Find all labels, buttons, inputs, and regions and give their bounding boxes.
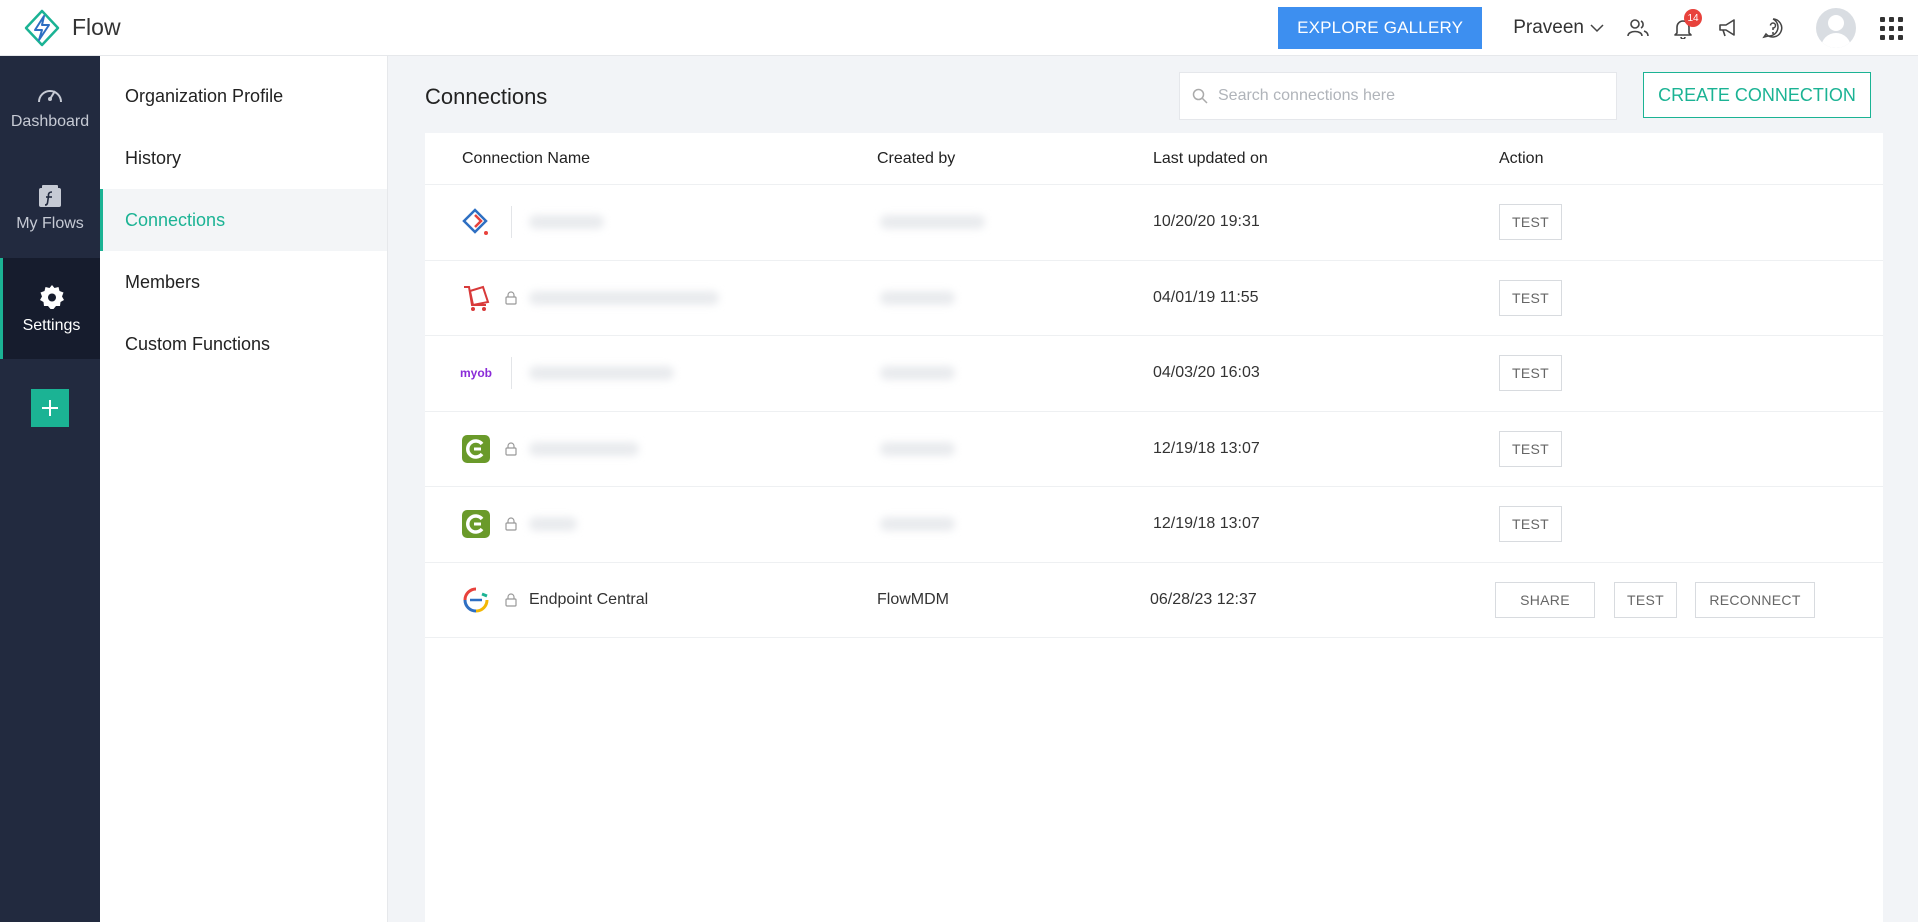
settings-submenu: Organization Profile History Connections… <box>100 56 388 922</box>
submenu-item-history[interactable]: History <box>100 127 387 189</box>
created-by-redacted <box>880 366 955 381</box>
header-actions: EXPLORE GALLERY Praveen 14 <box>1278 0 1918 56</box>
test-button[interactable]: TEST <box>1499 204 1562 241</box>
connection-name-redacted <box>529 215 604 230</box>
test-button[interactable]: TEST <box>1499 355 1562 392</box>
connection-name-redacted <box>529 366 674 381</box>
table-row: 12/19/18 13:07 TEST <box>425 412 1883 487</box>
notification-badge: 14 <box>1684 9 1702 27</box>
lock-icon <box>505 291 517 305</box>
plus-icon <box>42 400 58 416</box>
myob-logo-text: myob <box>460 366 493 381</box>
page-title: Connections <box>425 84 548 109</box>
last-updated: 04/03/20 16:03 <box>1153 364 1260 382</box>
column-header-action: Action <box>1499 149 1544 167</box>
created-by-redacted <box>880 290 955 305</box>
submenu-item-members[interactable]: Members <box>100 251 387 313</box>
myob-icon: myob <box>460 358 493 388</box>
table-row: 10/20/20 19:31 TEST <box>425 185 1883 261</box>
created-by-redacted <box>880 517 955 532</box>
bell-icon[interactable]: 14 <box>1671 9 1702 40</box>
red-cart-icon <box>461 283 491 313</box>
create-connection-button[interactable]: CREATE CONNECTION <box>1643 72 1871 118</box>
user-name: Praveen <box>1513 17 1584 38</box>
help-icon[interactable] <box>1761 16 1785 40</box>
table-row: 12/19/18 13:07 TEST <box>425 487 1883 563</box>
connection-name-redacted <box>529 290 719 305</box>
connections-table: Connection Name Created by Last updated … <box>425 133 1883 922</box>
column-header-last-updated: Last updated on <box>1153 149 1268 167</box>
apps-grid-icon[interactable] <box>1880 16 1903 40</box>
chevron-down-icon <box>1590 24 1604 33</box>
created-by-redacted <box>880 441 955 456</box>
users-icon[interactable] <box>1626 16 1650 40</box>
rail-item-label: My Flows <box>16 214 84 232</box>
table-header: Connection Name Created by Last updated … <box>425 133 1883 185</box>
table-row: myob 04/03/20 16:03 TEST <box>425 336 1883 412</box>
zoho-connector-icon <box>461 207 491 237</box>
last-updated: 04/01/19 11:55 <box>1153 288 1259 306</box>
search-box[interactable] <box>1179 72 1617 120</box>
created-by-redacted <box>880 215 985 230</box>
last-updated: 12/19/18 13:07 <box>1153 439 1260 457</box>
brand[interactable]: Flow <box>22 8 121 48</box>
lock-icon <box>505 517 517 531</box>
divider <box>511 206 512 239</box>
explore-gallery-button[interactable]: EXPLORE GALLERY <box>1278 7 1483 49</box>
table-row: 04/01/19 11:55 TEST <box>425 261 1883 336</box>
flow-bolt-logo-icon <box>24 9 60 46</box>
column-header-created-by: Created by <box>877 149 956 167</box>
share-button[interactable]: SHARE <box>1495 581 1595 618</box>
rail-item-label: Dashboard <box>10 112 90 130</box>
last-updated: 10/20/20 19:31 <box>1153 213 1260 231</box>
flows-icon <box>39 184 61 207</box>
divider <box>511 357 512 390</box>
avatar-body <box>1821 33 1851 48</box>
submenu-item-organization-profile[interactable]: Organization Profile <box>100 65 387 127</box>
green-c-icon <box>461 509 491 539</box>
user-menu[interactable]: Praveen <box>1513 17 1604 39</box>
search-icon <box>1192 88 1208 104</box>
last-updated: 12/19/18 13:07 <box>1153 515 1260 533</box>
main-content: Connections CREATE CONNECTION Connection… <box>388 56 1918 922</box>
table-row: Endpoint Central FlowMDM 06/28/23 12:37 … <box>425 563 1883 638</box>
created-by: FlowMDM <box>877 590 949 608</box>
green-c-icon <box>461 434 491 464</box>
lock-icon <box>505 442 517 456</box>
test-button[interactable]: TEST <box>1614 581 1677 618</box>
avatar-head <box>1828 15 1844 31</box>
test-button[interactable]: TEST <box>1499 279 1562 316</box>
top-bar: Flow EXPLORE GALLERY Praveen 14 <box>0 0 1918 56</box>
test-button[interactable]: TEST <box>1499 506 1562 543</box>
lock-icon <box>505 593 517 607</box>
megaphone-icon[interactable] <box>1716 16 1740 40</box>
rail-item-my-flows[interactable]: My Flows <box>0 157 100 258</box>
last-updated: 06/28/23 12:37 <box>1150 590 1257 608</box>
rail-item-settings[interactable]: Settings <box>0 258 100 359</box>
connection-name-redacted <box>529 517 577 532</box>
avatar[interactable] <box>1816 8 1856 48</box>
connection-name: Endpoint Central <box>529 590 649 608</box>
column-header-name: Connection Name <box>462 149 591 167</box>
gear-icon <box>39 284 64 309</box>
rail-item-dashboard[interactable]: Dashboard <box>0 56 100 157</box>
submenu-item-custom-functions[interactable]: Custom Functions <box>100 313 387 375</box>
left-rail: Dashboard My Flows Settings <box>0 56 100 922</box>
connection-name-redacted <box>529 441 639 456</box>
rail-item-label: Settings <box>22 316 81 334</box>
add-flow-button[interactable] <box>31 389 69 427</box>
reconnect-button[interactable]: RECONNECT <box>1695 581 1815 618</box>
search-input[interactable] <box>1218 87 1598 105</box>
app-name: Flow <box>72 14 121 40</box>
submenu-item-connections[interactable]: Connections <box>100 189 387 251</box>
test-button[interactable]: TEST <box>1499 430 1562 467</box>
gauge-icon <box>38 89 62 102</box>
endpoint-central-icon <box>461 585 491 615</box>
